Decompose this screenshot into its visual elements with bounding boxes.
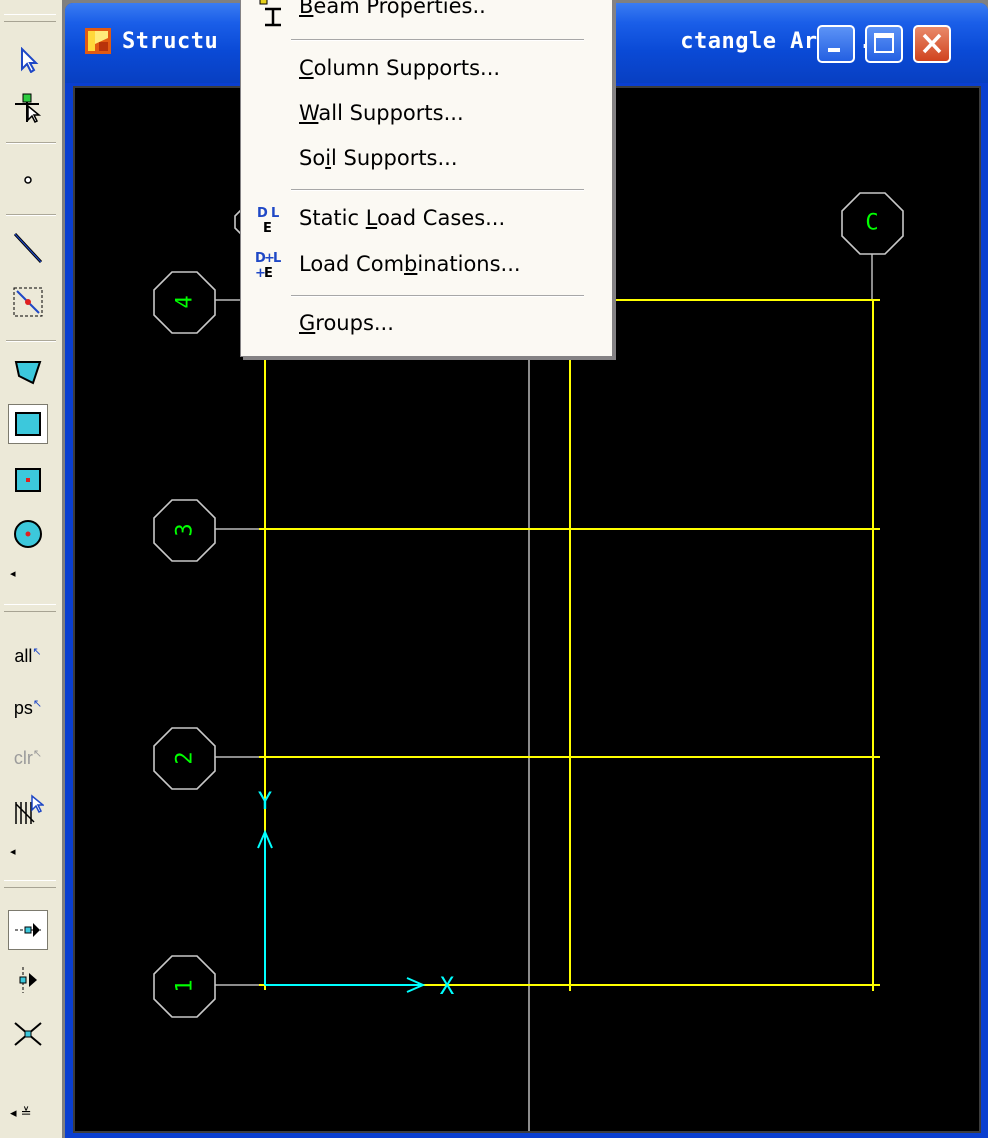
select-pointer-button[interactable]: [8, 40, 48, 80]
select-ps-button[interactable]: ps↖: [8, 688, 48, 728]
svg-text:E: E: [264, 266, 273, 281]
toolbar-overflow-icon[interactable]: ◂: [10, 568, 16, 580]
draw-polygon-button[interactable]: [8, 352, 48, 392]
point-icon: [24, 176, 32, 184]
toolbar-overflow-icon[interactable]: ◂ ≚: [10, 1107, 32, 1120]
polygon-icon: [14, 361, 42, 385]
menu-separator: [291, 39, 584, 41]
menu-item-beam-properties[interactable]: Beam Properties..: [299, 0, 486, 18]
pointer-icon: ↖: [32, 748, 43, 760]
static-load-cases-icon: D L E: [257, 206, 279, 236]
select-intersect-button[interactable]: [8, 790, 48, 830]
svg-text:D: D: [257, 206, 268, 221]
grid-label-C: C: [865, 211, 878, 236]
axis-y-label: Y: [258, 787, 273, 815]
segment-icon: [13, 287, 43, 317]
svg-text:L: L: [271, 206, 279, 221]
grid-label-4: 4: [173, 295, 198, 308]
window-title-start: Structu: [122, 29, 219, 54]
menu-item-static-load-cases[interactable]: Static Load Cases...: [299, 206, 505, 230]
clear-selection-button[interactable]: clr↖: [8, 738, 48, 778]
select-ps-label: ps: [13, 698, 33, 718]
rectangle-icon: [15, 412, 41, 436]
pointer-arrow-icon: [21, 47, 39, 73]
draw-point-button[interactable]: [8, 160, 48, 200]
intersect-select-icon: [15, 794, 44, 824]
draw-rectangle-button[interactable]: [8, 404, 48, 444]
toolbar-grip[interactable]: [4, 880, 56, 888]
minimize-button[interactable]: [817, 25, 855, 63]
grid-label-3: 3: [173, 523, 198, 536]
beam-properties-icon: [259, 0, 281, 27]
line-icon: [13, 232, 43, 264]
axis-x-label: X: [440, 972, 455, 1000]
grid-label-1: 1: [173, 979, 198, 992]
pointer-icon: ↖: [32, 646, 42, 658]
toolbar-overflow-icon[interactable]: ◂: [10, 846, 16, 858]
app-icon[interactable]: [85, 28, 111, 54]
select-node-button[interactable]: [8, 88, 48, 128]
menu-item-wall-supports[interactable]: Wall Supports...: [299, 101, 464, 125]
snap-to-middle-button[interactable]: [8, 960, 48, 1000]
node-pointer-icon: [15, 93, 42, 124]
draw-circle-button[interactable]: [8, 514, 48, 554]
menu-item-column-supports[interactable]: Column Supports...: [299, 56, 500, 80]
snap-to-point-button[interactable]: [8, 910, 48, 950]
minimize-icon: [828, 48, 840, 52]
menu-separator: [291, 295, 584, 297]
close-icon: [922, 33, 942, 54]
snap-to-intersection-button[interactable]: [8, 1014, 48, 1054]
close-button[interactable]: [913, 25, 951, 63]
quick-rectangle-icon: [15, 468, 41, 492]
clear-label: clr: [13, 748, 33, 768]
select-all-label: all: [14, 646, 33, 666]
maximize-button[interactable]: [865, 25, 903, 63]
toolbar-grip[interactable]: [4, 14, 56, 22]
snap-point-icon: [15, 923, 41, 937]
draw-toolbar: ◂ all↖ ps↖ clr↖ ◂ ◂ ≚: [0, 0, 63, 1138]
draw-segment-button[interactable]: [8, 282, 48, 322]
draw-line-button[interactable]: [8, 228, 48, 268]
snap-intersection-icon: [14, 1022, 42, 1046]
menu-item-groups[interactable]: Groups...: [299, 311, 394, 335]
circle-icon: [14, 520, 42, 548]
svg-text:L: L: [273, 251, 281, 266]
pointer-icon: ↖: [32, 698, 43, 710]
select-all-button[interactable]: all↖: [8, 636, 48, 676]
snap-middle-icon: [19, 967, 37, 993]
define-dropdown-menu: Beam Properties.. Column Supports... Wal…: [240, 0, 613, 357]
menu-item-soil-supports[interactable]: Soil Supports...: [299, 146, 458, 170]
menu-separator: [291, 189, 584, 191]
maximize-icon: [874, 33, 894, 53]
menu-item-load-combinations[interactable]: Load Combinations...: [299, 252, 521, 276]
load-combinations-icon: D + L + E: [255, 251, 281, 281]
toolbar-grip[interactable]: [4, 604, 56, 612]
svg-text:E: E: [263, 221, 272, 236]
grid-label-2: 2: [173, 751, 198, 764]
draw-quick-rectangle-button[interactable]: [8, 460, 48, 500]
